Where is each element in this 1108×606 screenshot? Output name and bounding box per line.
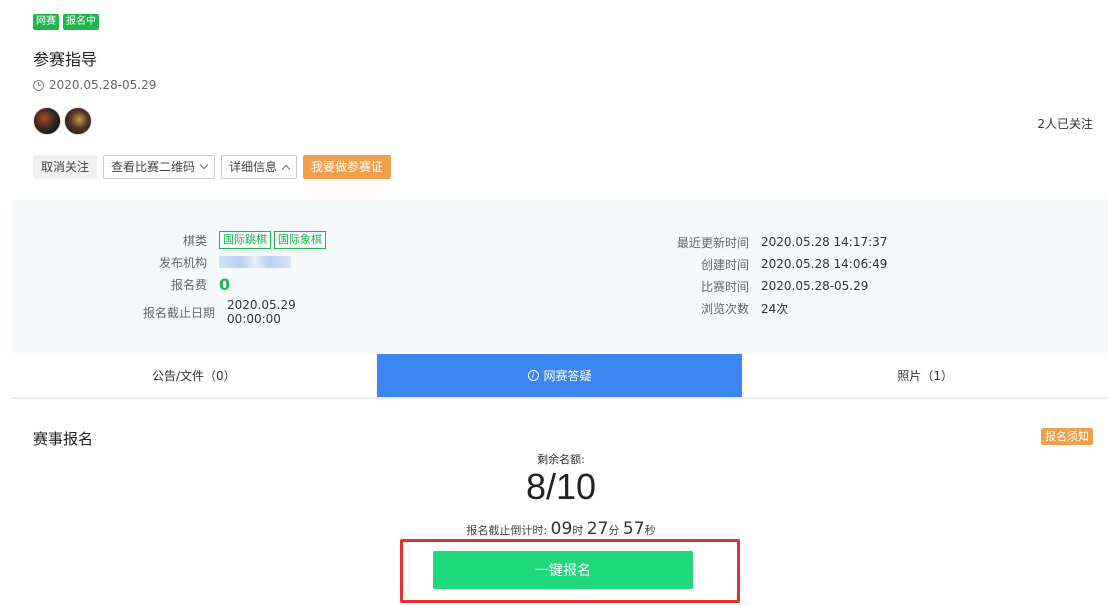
fee-value: 0 bbox=[219, 274, 231, 294]
updated-row: 最近更新时间 2020.05.28 14:17:37 bbox=[601, 231, 1001, 253]
publisher-label: 发布机构 bbox=[158, 255, 207, 270]
match-time-value: 2020.05.28-05.29 bbox=[761, 279, 869, 293]
tab-label: 公告/文件（0） bbox=[151, 369, 236, 383]
follower-avatars bbox=[33, 107, 92, 135]
created-value: 2020.05.28 14:06:49 bbox=[761, 257, 888, 271]
qrcode-button[interactable]: 查看比赛二维码 bbox=[103, 155, 216, 179]
category-chip: 国际象棋 bbox=[274, 231, 326, 249]
make-pass-button[interactable]: 我要做参赛证 bbox=[303, 155, 392, 179]
countdown-seconds: 57 bbox=[622, 519, 645, 539]
tag-online: 网赛 bbox=[33, 14, 59, 30]
publisher-redacted bbox=[219, 256, 291, 268]
one-click-signup-button[interactable]: 一键报名 bbox=[433, 551, 693, 589]
updated-label: 最近更新时间 bbox=[676, 235, 749, 250]
remaining-value: 8/10 bbox=[525, 466, 597, 507]
make-pass-label: 我要做参赛证 bbox=[311, 160, 384, 174]
avatar[interactable] bbox=[64, 107, 92, 135]
views-label: 浏览次数 bbox=[700, 301, 749, 316]
tab-photos[interactable]: 照片（1） bbox=[742, 354, 1108, 397]
category-row: 棋类 国际跳棋 国际象棋 bbox=[11, 229, 351, 251]
views-row: 浏览次数 24次 bbox=[601, 297, 1001, 319]
updated-value: 2020.05.28 14:17:37 bbox=[761, 235, 888, 249]
countdown: 报名截止倒计时: 09时 27分 57秒 bbox=[0, 519, 1108, 539]
followers-count: 2人已关注 bbox=[1037, 117, 1093, 131]
views-value: 24次 bbox=[761, 301, 789, 316]
countdown-hours: 09 bbox=[550, 519, 573, 539]
event-tags: 网赛 报名中 bbox=[33, 14, 99, 30]
event-date: 2020.05.28-05.29 bbox=[49, 78, 157, 92]
unfollow-button[interactable]: 取消关注 bbox=[33, 155, 98, 179]
info-right-column: 最近更新时间 2020.05.28 14:17:37 创建时间 2020.05.… bbox=[601, 231, 1001, 319]
category-label: 棋类 bbox=[182, 233, 207, 248]
avatar[interactable] bbox=[33, 107, 61, 135]
action-bar: 取消关注 查看比赛二维码 详细信息 我要做参赛证 bbox=[33, 155, 392, 179]
tab-label: 网赛答疑 bbox=[543, 369, 592, 383]
remaining-label: 剩余名额: bbox=[537, 453, 585, 466]
hours-unit: 时 bbox=[572, 524, 584, 537]
fee-label: 报名费 bbox=[170, 277, 207, 292]
deadline-label: 报名截止日期 bbox=[142, 305, 215, 320]
event-title: 参赛指导 bbox=[33, 50, 98, 69]
event-page: 网赛 报名中 参赛指导 2020.05.28-05.29 2人已关注 取消关注 … bbox=[0, 0, 1108, 606]
created-row: 创建时间 2020.05.28 14:06:49 bbox=[601, 253, 1001, 275]
publisher-row: 发布机构 bbox=[11, 251, 351, 273]
tab-qa[interactable]: i 网赛答疑 bbox=[376, 354, 743, 397]
unfollow-label: 取消关注 bbox=[41, 160, 90, 174]
deadline-value: 2020.05.29 00:00:00 bbox=[227, 298, 296, 326]
countdown-minutes: 27 bbox=[586, 519, 609, 539]
tab-announcements[interactable]: 公告/文件（0） bbox=[11, 354, 377, 397]
registration-notice-button[interactable]: 报名须知 bbox=[1041, 428, 1093, 445]
match-time-label: 比赛时间 bbox=[700, 279, 749, 294]
info-icon: i bbox=[527, 370, 539, 381]
deadline-row: 报名截止日期 2020.05.29 00:00:00 bbox=[11, 298, 351, 326]
clock-icon bbox=[33, 79, 44, 91]
category-chip: 国际跳棋 bbox=[219, 231, 271, 249]
chevron-up-icon bbox=[281, 164, 291, 173]
match-time-row: 比赛时间 2020.05.28-05.29 bbox=[601, 275, 1001, 297]
chevron-down-icon bbox=[199, 160, 209, 170]
tab-label: 照片（1） bbox=[897, 369, 953, 383]
fee-row: 报名费 0 bbox=[11, 273, 351, 295]
qrcode-label: 查看比赛二维码 bbox=[111, 160, 196, 174]
info-panel: 棋类 国际跳棋 国际象棋 发布机构 报名费 0 报名截止日期 2020.05.2… bbox=[11, 200, 1108, 353]
details-button[interactable]: 详细信息 bbox=[221, 155, 298, 179]
created-label: 创建时间 bbox=[700, 257, 749, 272]
countdown-label: 报名截止倒计时: bbox=[466, 524, 548, 537]
tag-registering: 报名中 bbox=[63, 14, 99, 30]
content-tabs: 公告/文件（0） i 网赛答疑 照片（1） bbox=[11, 354, 1108, 399]
event-date-row: 2020.05.28-05.29 bbox=[33, 78, 156, 92]
info-left-column: 棋类 国际跳棋 国际象棋 发布机构 报名费 0 报名截止日期 2020.05.2… bbox=[11, 229, 351, 326]
registration-title: 赛事报名 bbox=[33, 430, 94, 448]
minutes-unit: 分 bbox=[608, 524, 620, 537]
seconds-unit: 秒 bbox=[644, 524, 656, 537]
details-label: 详细信息 bbox=[229, 160, 278, 174]
